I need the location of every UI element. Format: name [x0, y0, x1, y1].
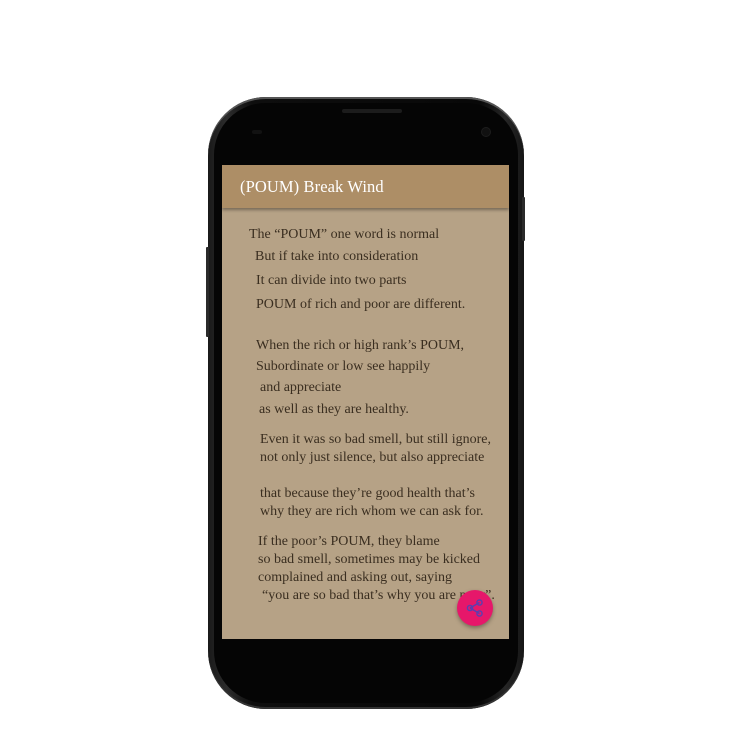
poem-line: It can divide into two parts — [256, 273, 407, 288]
app-title: (POUM) Break Wind — [240, 177, 384, 196]
poem-line: Even it was so bad smell, but still igno… — [260, 432, 491, 447]
poem-line: not only just silence, but also apprecia… — [260, 450, 485, 465]
share-icon — [466, 599, 483, 617]
sensor — [252, 130, 262, 134]
poem-line: complained and asking out, saying — [258, 570, 453, 585]
power-button — [522, 197, 525, 241]
poem-line: and appreciate — [260, 380, 342, 395]
stage: The “POUM” one word is normal But if tak… — [0, 0, 740, 740]
speaker-grille — [342, 109, 402, 113]
poem-line: When the rich or high rank’s POUM, — [256, 338, 465, 353]
poem-line: that because they’re good health that’s — [260, 486, 475, 501]
poem-line: But if take into consideration — [255, 249, 419, 264]
share-button[interactable] — [457, 590, 493, 626]
poem-line: why they are rich whom we can ask for. — [260, 504, 484, 519]
poem-line: Subordinate or low see happily — [256, 359, 431, 374]
poem-line: POUM of rich and poor are different. — [256, 297, 466, 312]
app-screen: The “POUM” one word is normal But if tak… — [222, 165, 509, 639]
poem-content[interactable]: The “POUM” one word is normal But if tak… — [222, 165, 509, 639]
volume-button — [206, 247, 209, 337]
poem-line: The “POUM” one word is normal — [249, 227, 440, 242]
app-bar: (POUM) Break Wind — [222, 165, 509, 208]
poem-line: If the poor’s POUM, they blame — [258, 534, 440, 549]
poem-line: so bad smell, sometimes may be kicked — [258, 552, 481, 567]
poem-line: as well as they are healthy. — [259, 402, 409, 417]
front-camera — [482, 128, 490, 136]
